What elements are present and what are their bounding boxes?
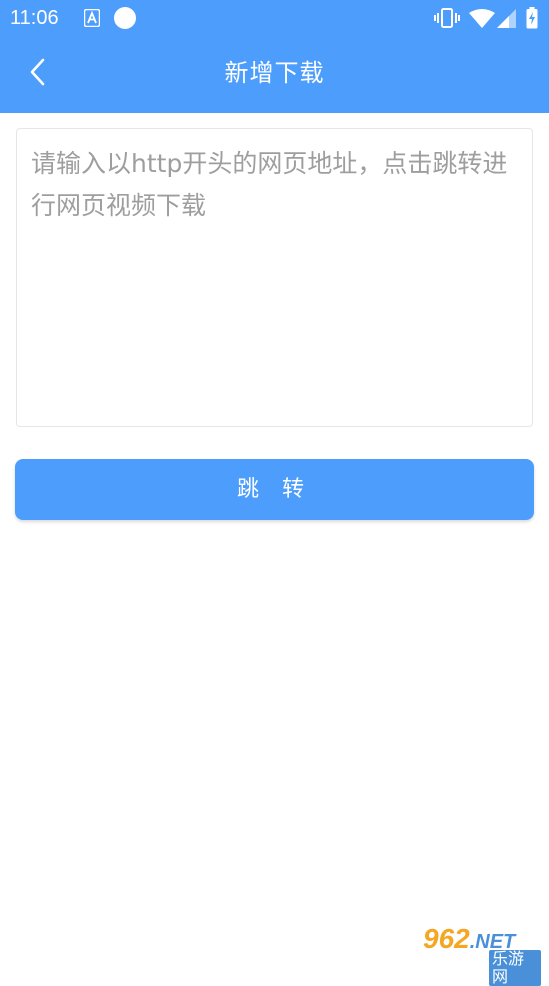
circle-notification-icon [113, 6, 137, 34]
battery-charging-icon [526, 7, 538, 33]
app-bar: 新增下载 [0, 36, 549, 113]
page-title: 新增下载 [224, 59, 325, 87]
watermark-subtitle: 乐游网 [489, 950, 541, 986]
status-time: 11:06 [10, 7, 59, 29]
wifi-icon [469, 9, 495, 32]
url-input[interactable] [31, 143, 518, 412]
url-input-container [16, 128, 533, 427]
status-bar: 11:06 [0, 0, 549, 36]
jump-button[interactable]: 跳 转 [15, 459, 534, 520]
signal-icon [497, 9, 517, 32]
watermark-logo: 962.NET 乐游网 [411, 922, 541, 986]
font-app-icon [83, 8, 101, 31]
vibrate-icon [434, 8, 460, 32]
